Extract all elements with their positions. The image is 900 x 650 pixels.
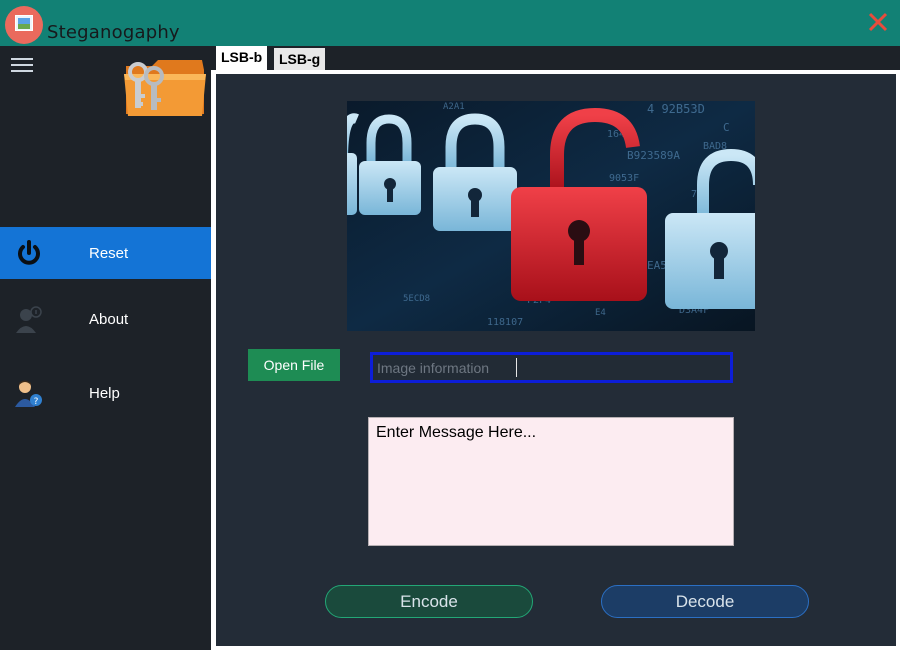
hex-glyph: 5ECD8 (403, 294, 430, 304)
tab-strip: LSB-b LSB-g (211, 46, 900, 70)
open-file-button[interactable]: Open File (248, 349, 340, 381)
hex-glyph: C (723, 121, 730, 134)
message-textarea[interactable] (368, 417, 734, 546)
sidebar-item-about[interactable]: About (0, 293, 211, 345)
sidebar-item-label: About (89, 311, 129, 328)
sidebar-item-label: Help (89, 385, 120, 402)
app-image-icon (5, 6, 43, 44)
svg-text:?: ? (34, 397, 39, 407)
image-information-field[interactable] (370, 352, 733, 383)
hex-glyph: 4 92B53D (647, 102, 705, 116)
tab-lsb-b[interactable]: LSB-b (216, 46, 268, 70)
hex-glyph: E4 (595, 308, 606, 318)
sidebar (0, 46, 211, 650)
close-icon[interactable] (862, 6, 894, 38)
power-icon (14, 239, 44, 267)
user-info-icon (14, 305, 44, 333)
app-title: Steganogaphy (47, 22, 180, 43)
hex-glyph: 9053F (609, 173, 639, 184)
folder-keys-icon (122, 56, 208, 118)
hex-glyph: A2A1 (443, 102, 465, 112)
decode-button[interactable]: Decode (601, 585, 809, 618)
sidebar-item-help[interactable]: ? Help (0, 367, 211, 419)
sidebar-item-label: Reset (89, 245, 129, 262)
encode-button[interactable]: Encode (325, 585, 533, 618)
hex-glyph: 118107 (487, 317, 523, 328)
user-help-icon: ? (14, 379, 44, 407)
tab-lsb-g[interactable]: LSB-g (274, 48, 326, 70)
hex-glyph: B923589A (627, 149, 680, 162)
text-caret (516, 358, 517, 377)
title-bar: Steganogaphy (0, 0, 900, 46)
hamburger-menu-icon[interactable] (11, 58, 33, 72)
sidebar-item-reset[interactable]: Reset (0, 227, 211, 279)
padlock-image: A2A1 4 92B53D 1647 C BAD8 B923589A 9053F 7D7 EA5… (327, 101, 765, 331)
